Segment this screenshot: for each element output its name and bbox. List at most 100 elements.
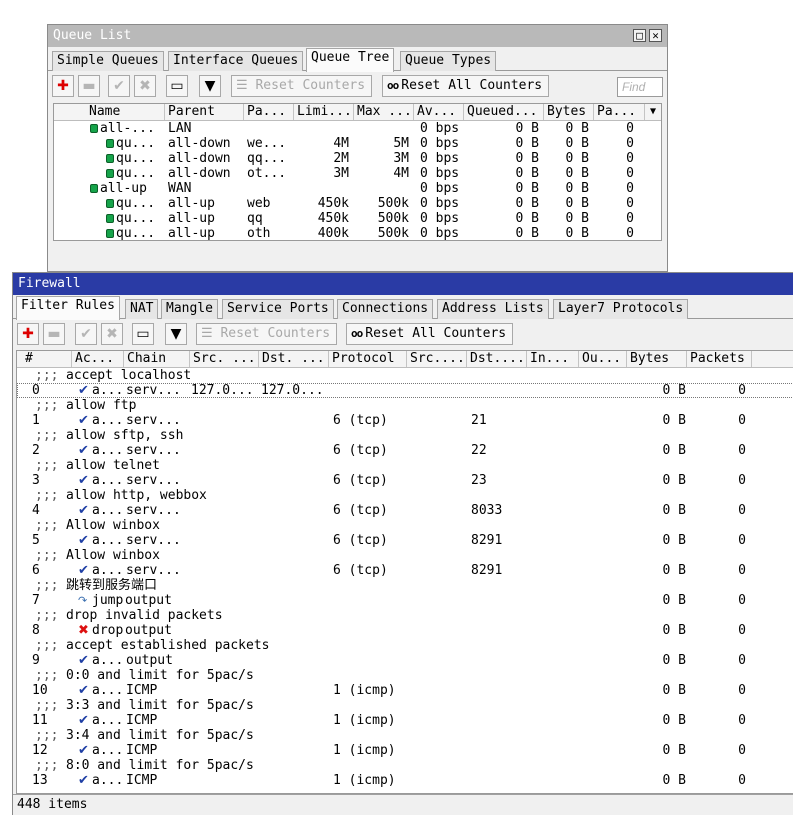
table-row[interactable]: qu... all-down qq... 2M 3M 0 bps 0 B 0 B 0 (54, 151, 661, 166)
comment-row[interactable]: ;;; 跳转到服务端口 (17, 578, 793, 593)
queue-list-titlebar[interactable]: Queue List □ ✕ (48, 25, 667, 47)
comment-row[interactable]: ;;; Allow winbox (17, 518, 793, 533)
comment-row[interactable]: ;;; Allow winbox (17, 548, 793, 563)
column-header[interactable]: Av... (414, 104, 464, 120)
table-row[interactable]: qu... all-down ot... 3M 4M 0 bps 0 B 0 B 0 (54, 166, 661, 181)
tab-queue-tree[interactable]: Queue Tree (306, 48, 395, 72)
table-row[interactable]: 12 ✔ a... ICMP 1 (icmp) 0 B 0 (17, 743, 793, 758)
column-menu-icon[interactable]: ▼ (650, 104, 656, 119)
find-input[interactable]: Find (617, 77, 663, 97)
add-button[interactable]: ✚ (52, 75, 74, 97)
reset-all-counters-button[interactable]: oo Reset All Counters (382, 75, 550, 97)
table-row[interactable]: 3 ✔ a... serv... 6 (tcp) 23 0 B 0 (17, 473, 793, 488)
column-header[interactable]: Src.... (407, 351, 467, 367)
tab-connections[interactable]: Connections (337, 299, 434, 319)
reset-counters-button[interactable]: ☰ Reset Counters (196, 323, 338, 345)
column-header[interactable]: Chain (124, 351, 190, 367)
table-row[interactable]: qu... all-up web 450k 500k 0 bps 0 B 0 B 0 (54, 196, 661, 211)
comment-row[interactable]: ;;; 3:3 and limit for 5pac/s (17, 698, 793, 713)
queue-limit-at-cell: 450k (317, 196, 349, 211)
column-header[interactable]: Src. ... (190, 351, 259, 367)
tab-simple-queues[interactable]: Simple Queues (52, 51, 164, 71)
comment-row[interactable]: ;;; allow sftp, ssh (17, 428, 793, 443)
filter-table-header: # Ac... Chain Src. ... Dst. ... Protocol Src..… (17, 351, 793, 368)
comment-row[interactable]: ;;; allow telnet (17, 458, 793, 473)
column-header[interactable]: Packets (687, 351, 752, 367)
column-header[interactable]: Parent (165, 104, 244, 120)
table-row[interactable]: qu... all-up oth 400k 500k 0 bps 0 B 0 B 0 (54, 226, 661, 240)
reset-all-counters-button[interactable]: oo Reset All Counters (346, 323, 514, 345)
column-header[interactable]: Protocol (329, 351, 407, 367)
tab-mangle[interactable]: Mangle (161, 299, 218, 319)
table-row[interactable]: all-up WAN 0 bps 0 B 0 B 0 (54, 181, 661, 196)
restore-icon[interactable]: □ (633, 29, 646, 42)
comment-row[interactable]: ;;; allow ftp (17, 398, 793, 413)
comment-row[interactable]: ;;; allow http, webbox (17, 488, 793, 503)
table-row[interactable]: qu... all-down we... 4M 5M 0 bps 0 B 0 B 0 (54, 136, 661, 151)
add-button[interactable]: ✚ (17, 323, 39, 345)
tab-layer7-protocols[interactable]: Layer7 Protocols (553, 299, 689, 319)
rule-dst-address (261, 773, 329, 788)
column-header[interactable]: Ac... (72, 351, 124, 367)
tab-address-lists[interactable]: Address Lists (437, 299, 549, 319)
comment-row[interactable]: ;;; 8:0 and limit for 5pac/s (17, 758, 793, 773)
column-header[interactable]: Name (86, 104, 165, 120)
enable-button[interactable]: ✔ (108, 75, 130, 97)
comment-row[interactable]: ;;; 3:4 and limit for 5pac/s (17, 728, 793, 743)
column-header[interactable]: Pa... (594, 104, 645, 120)
close-icon[interactable]: ✕ (649, 29, 662, 42)
tab-interface-queues[interactable]: Interface Queues (168, 51, 304, 71)
table-row[interactable]: all-... LAN 0 bps 0 B 0 B 0 (54, 121, 661, 136)
table-row[interactable]: 0 ✔ a... serv... 127.0... 127.0... 0 B 0 (17, 383, 793, 398)
table-row[interactable]: qu... all-up qq 450k 500k 0 bps 0 B 0 B 0 (54, 211, 661, 226)
filter-icon[interactable]: ▼ (165, 323, 187, 345)
table-row[interactable]: 8 ✖ drop output 0 B 0 (17, 623, 793, 638)
disable-button[interactable]: ✖ (101, 323, 123, 345)
tab-queue-types[interactable]: Queue Types (400, 51, 497, 71)
column-header[interactable]: Pa... (244, 104, 294, 120)
column-header[interactable]: Queued... (464, 104, 544, 120)
rule-dst-address: 127.0... (261, 383, 324, 398)
comment-row[interactable]: ;;; 0:0 and limit for 5pac/s (17, 668, 793, 683)
filter-icon[interactable]: ▼ (199, 75, 221, 97)
jump-icon: ↷ (78, 594, 88, 607)
column-header[interactable]: Bytes (627, 351, 687, 367)
table-row[interactable]: 2 ✔ a... serv... 6 (tcp) 22 0 B 0 (17, 443, 793, 458)
disable-button[interactable]: ✖ (134, 75, 156, 97)
comment-button[interactable]: ▭ (132, 323, 154, 345)
column-header[interactable]: In... (527, 351, 579, 367)
table-row[interactable]: 9 ✔ a... output 0 B 0 (17, 653, 793, 668)
tab-service-ports[interactable]: Service Ports (222, 299, 334, 319)
table-row[interactable]: 10 ✔ a... ICMP 1 (icmp) 0 B 0 (17, 683, 793, 698)
tab-nat[interactable]: NAT (125, 299, 159, 319)
column-header[interactable]: Dst.... (467, 351, 527, 367)
table-row[interactable]: 5 ✔ a... serv... 6 (tcp) 8291 0 B 0 (17, 533, 793, 548)
remove-button[interactable]: ▬ (43, 323, 65, 345)
column-header[interactable]: Ou... (579, 351, 627, 367)
reset-counters-button[interactable]: ☰ Reset Counters (231, 75, 373, 97)
queue-packet-mark-cell: web (247, 196, 271, 211)
enable-button[interactable]: ✔ (75, 323, 97, 345)
column-header[interactable]: Max ... (354, 104, 414, 120)
table-row[interactable]: 13 ✔ a... ICMP 1 (icmp) 0 B 0 (17, 773, 793, 788)
comment-prefix: ;;; (35, 608, 59, 623)
remove-button[interactable]: ▬ (78, 75, 100, 97)
column-header[interactable]: # (17, 351, 72, 367)
comment-row[interactable]: ;;; accept localhost (17, 368, 793, 383)
comment-button[interactable]: ▭ (166, 75, 188, 97)
column-header[interactable]: Dst. ... (259, 351, 329, 367)
tab-filter-rules[interactable]: Filter Rules (16, 296, 120, 320)
rule-chain: serv... (126, 533, 181, 548)
column-header[interactable]: Limi... (294, 104, 354, 120)
comment-row[interactable]: ;;; drop invalid packets (17, 608, 793, 623)
table-row[interactable]: 4 ✔ a... serv... 6 (tcp) 8033 0 B 0 (17, 503, 793, 518)
queue-packets-cell: 0 (626, 196, 634, 211)
queue-bytes-cell: 0 B (565, 211, 589, 226)
table-row[interactable]: 6 ✔ a... serv... 6 (tcp) 8291 0 B 0 (17, 563, 793, 578)
table-row[interactable]: 7 ↷ jump output 0 B 0 (17, 593, 793, 608)
firewall-titlebar[interactable]: Firewall (13, 273, 793, 295)
table-row[interactable]: 1 ✔ a... serv... 6 (tcp) 21 0 B 0 (17, 413, 793, 428)
table-row[interactable]: 11 ✔ a... ICMP 1 (icmp) 0 B 0 (17, 713, 793, 728)
comment-row[interactable]: ;;; accept established packets (17, 638, 793, 653)
column-header[interactable]: Bytes (544, 104, 594, 120)
